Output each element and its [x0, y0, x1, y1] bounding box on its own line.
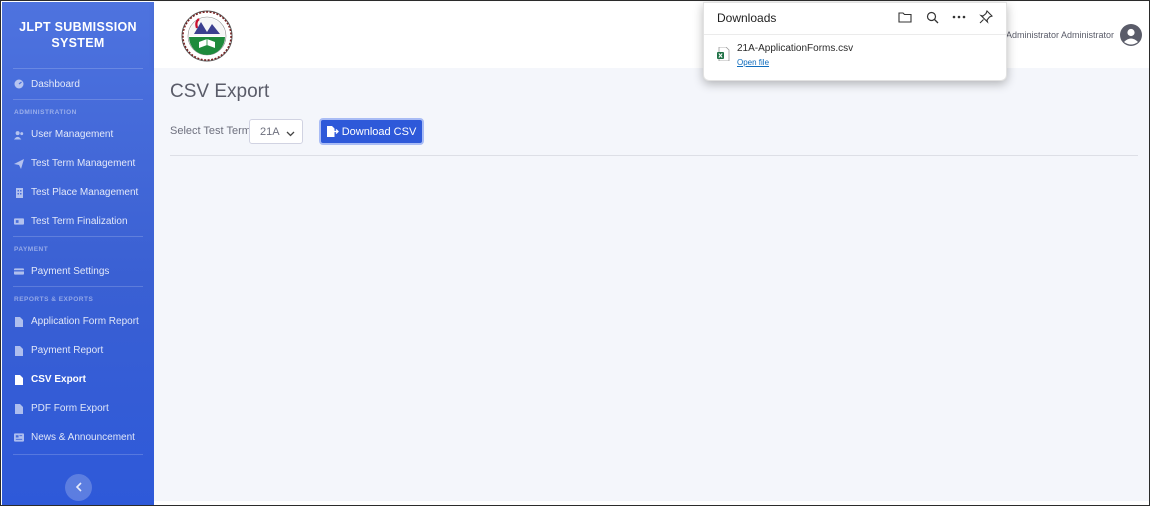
sidebar-item-label: CSV Export — [31, 374, 87, 385]
user-menu[interactable]: Administrator Administrator — [1006, 24, 1142, 46]
download-file-name[interactable]: 21A-ApplicationForms.csv — [737, 43, 853, 54]
sidebar-item-csv-export[interactable]: CSV Export — [2, 365, 154, 394]
sidebar-item-label: Payment Settings — [31, 266, 110, 277]
section-heading-administration: ADMINISTRATION — [14, 108, 77, 116]
sidebar-item-label: News & Announcement — [31, 432, 135, 443]
sidebar-divider — [13, 286, 143, 287]
credit-card-icon — [14, 267, 24, 277]
test-term-value: 21A — [260, 125, 280, 138]
sidebar-item-test-term-finalization[interactable]: Test Term Finalization — [2, 207, 154, 236]
more-options-icon[interactable] — [951, 9, 967, 25]
building-icon — [14, 187, 24, 198]
sidebar-item-label: User Management — [31, 129, 114, 140]
chevron-left-icon — [75, 481, 83, 495]
sidebar-item-label: Payment Report — [31, 345, 104, 356]
download-csv-label: Download CSV — [341, 125, 417, 138]
sidebar-item-user-management[interactable]: User Management — [2, 120, 154, 149]
main-content: CSV Export Select Test Term 21A Download… — [154, 68, 1149, 501]
downloads-panel: Downloads 21A-ApplicationForms.csv Open … — [703, 2, 1007, 81]
test-term-label: Select Test Term — [170, 125, 251, 137]
test-term-select[interactable]: 21A — [249, 119, 303, 144]
sidebar-item-label: PDF Form Export — [31, 403, 109, 414]
dashboard-icon — [14, 79, 24, 89]
sidebar-brand[interactable]: JLPT SUBMISSION SYSTEM — [2, 2, 154, 68]
sidebar-item-pdf-form-export[interactable]: PDF Form Export — [2, 394, 154, 423]
file-icon — [14, 374, 24, 385]
browser-frame: JLPT SUBMISSION SYSTEM Dashboard ADMINIS… — [0, 0, 1150, 506]
content-divider — [170, 155, 1138, 156]
organization-logo[interactable] — [181, 10, 233, 62]
user-avatar-icon — [1120, 24, 1142, 46]
sidebar-item-label: Test Term Finalization — [31, 216, 128, 227]
chevron-down-icon — [286, 128, 295, 140]
page-footer-strip — [154, 501, 1149, 505]
sidebar-item-payment-report[interactable]: Payment Report — [2, 336, 154, 365]
sidebar-toggle-button[interactable] — [65, 474, 92, 501]
sidebar-divider — [13, 99, 143, 100]
file-icon — [14, 403, 24, 414]
sidebar-divider — [13, 454, 143, 455]
sidebar-item-news-announcement[interactable]: News & Announcement — [2, 423, 154, 452]
newspaper-icon — [14, 433, 24, 443]
page-title: CSV Export — [170, 81, 270, 102]
open-file-link[interactable]: Open file — [737, 58, 769, 67]
downloads-separator — [704, 34, 1006, 35]
pin-icon[interactable] — [978, 9, 994, 25]
sidebar-item-label: Test Place Management — [31, 187, 139, 198]
users-icon — [14, 130, 24, 140]
downloads-toolbar — [886, 9, 994, 25]
user-name: Administrator Administrator — [1005, 30, 1114, 40]
file-icon — [14, 345, 24, 356]
id-card-icon — [14, 217, 24, 227]
folder-icon[interactable] — [897, 9, 913, 25]
sidebar-item-test-term-management[interactable]: Test Term Management — [2, 149, 154, 178]
file-export-icon — [326, 126, 339, 137]
sidebar: JLPT SUBMISSION SYSTEM Dashboard ADMINIS… — [2, 2, 154, 505]
section-heading-payment: PAYMENT — [14, 245, 49, 253]
search-icon[interactable] — [924, 9, 940, 25]
sidebar-item-application-form-report[interactable]: Application Form Report — [2, 307, 154, 336]
sidebar-item-dashboard[interactable]: Dashboard — [2, 69, 154, 99]
sidebar-item-label: Dashboard — [31, 78, 80, 90]
sidebar-divider — [13, 236, 143, 237]
downloads-title: Downloads — [717, 11, 777, 25]
sidebar-item-label: Test Term Management — [31, 158, 136, 169]
section-heading-reports: REPORTS & EXPORTS — [14, 295, 94, 303]
sidebar-item-payment-settings[interactable]: Payment Settings — [2, 257, 154, 286]
download-csv-button[interactable]: Download CSV — [319, 118, 424, 145]
paper-plane-icon — [14, 158, 24, 169]
excel-file-icon — [717, 46, 730, 66]
file-icon — [14, 316, 24, 327]
sidebar-item-test-place-management[interactable]: Test Place Management — [2, 178, 154, 207]
sidebar-item-label: Application Form Report — [31, 316, 139, 327]
